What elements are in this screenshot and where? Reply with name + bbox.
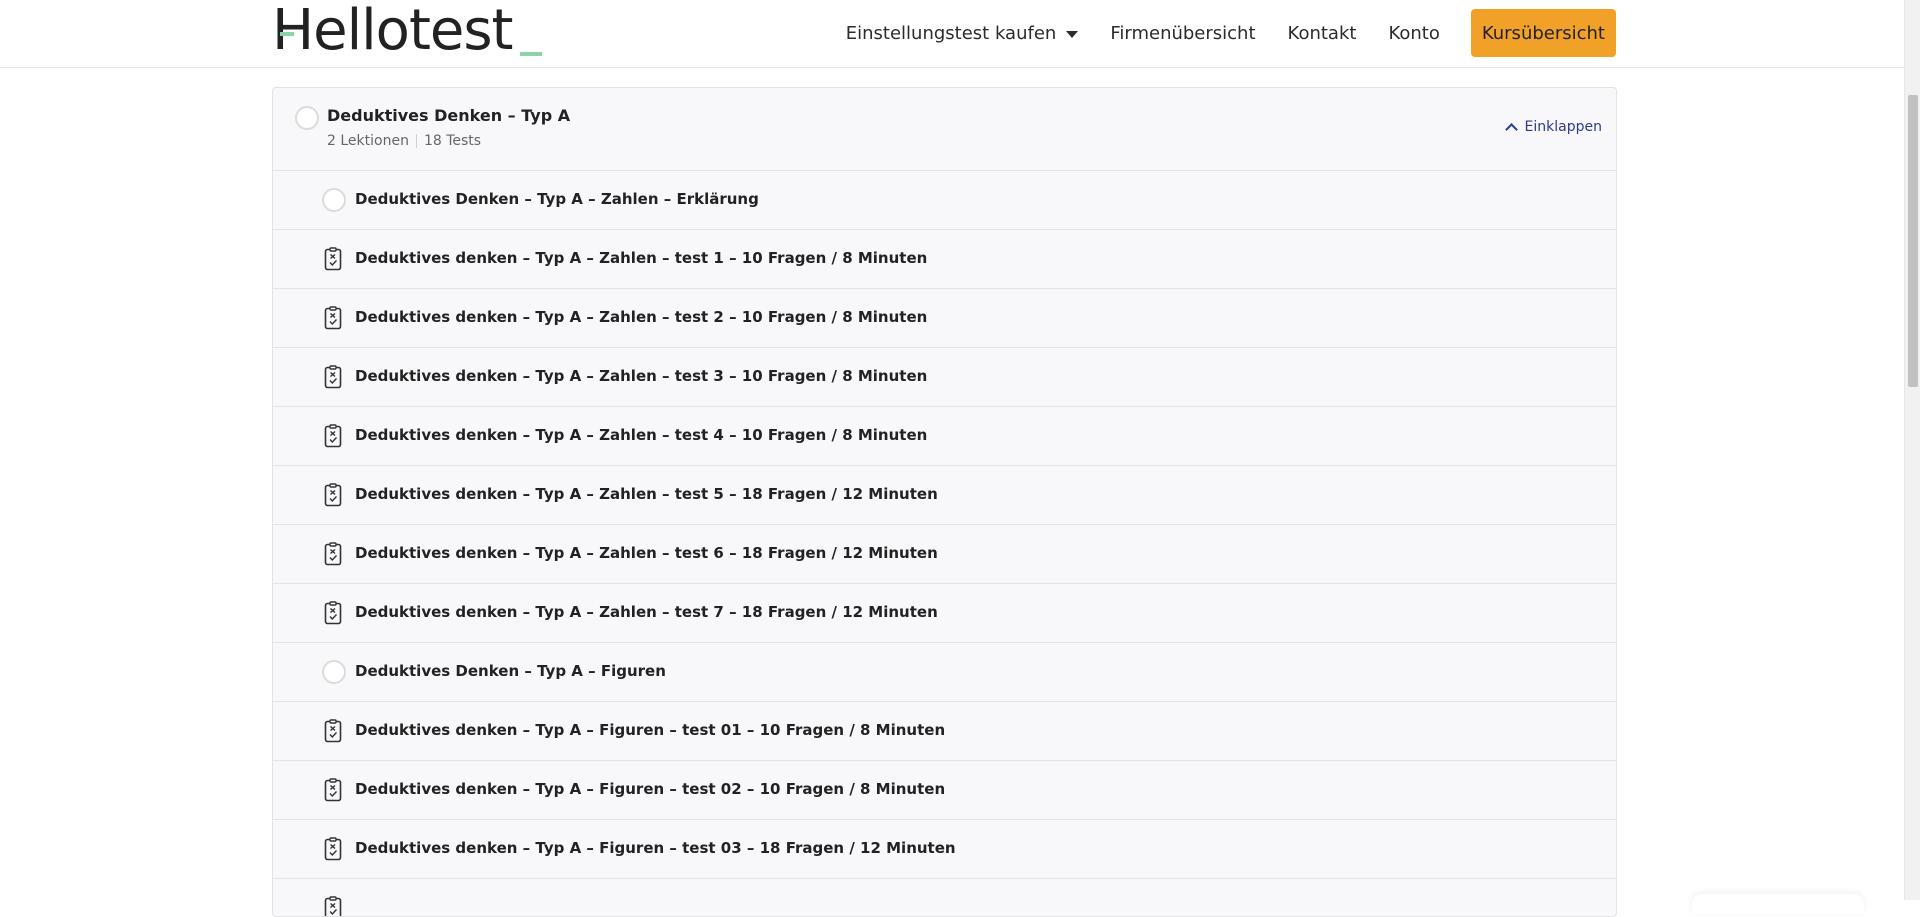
kursuebersicht-button[interactable]: Kursübersicht (1471, 9, 1616, 57)
main-nav: Einstellungstest kaufen Firmenübersicht … (846, 9, 1616, 57)
row-title: Deduktives denken – Typ A – Zahlen – tes… (355, 308, 927, 326)
circle-status-icon (322, 188, 346, 212)
tests-count: 18 Tests (424, 133, 481, 149)
meta-divider (416, 134, 417, 148)
quiz-icon (324, 719, 342, 743)
row-title: Deduktives denken – Typ A – Zahlen – tes… (355, 249, 927, 267)
collapse-label: Einklappen (1525, 119, 1602, 135)
logo-accent-mark (280, 32, 294, 36)
quiz-icon (324, 601, 342, 625)
quiz-row[interactable]: Deduktives denken – Typ A – Zahlen – tes… (273, 525, 1616, 584)
nav-item-label: Kontakt (1288, 23, 1357, 44)
quiz-row[interactable]: Deduktives denken – Typ A – Zahlen – tes… (273, 584, 1616, 643)
lesson-row[interactable]: Deduktives Denken – Typ A – Zahlen – Erk… (273, 171, 1616, 230)
nav-item-label: Einstellungstest kaufen (846, 23, 1057, 44)
course-section: Deduktives Denken – Typ A 2 Lektionen 18… (272, 87, 1617, 917)
nav-item-einstellungstest-kaufen[interactable]: Einstellungstest kaufen (846, 23, 1079, 44)
circle-status-icon (322, 660, 346, 684)
logo-text: Hellotest (272, 2, 512, 60)
quiz-icon (324, 542, 342, 566)
row-title: Deduktives denken – Typ A – Zahlen – tes… (355, 485, 938, 503)
quiz-icon (324, 896, 342, 917)
chat-widget-tab[interactable] (1692, 894, 1864, 914)
logo-underscore-mark (520, 52, 542, 56)
quiz-row[interactable]: Deduktives denken – Typ A – Figuren – te… (273, 702, 1616, 761)
quiz-icon (324, 778, 342, 802)
row-title: Deduktives denken – Typ A – Figuren – te… (355, 721, 945, 739)
quiz-row[interactable]: Deduktives denken – Typ A – Zahlen – tes… (273, 230, 1616, 289)
lessons-count: 2 Lektionen (327, 133, 409, 149)
row-title: Deduktives denken – Typ A – Zahlen – tes… (355, 367, 927, 385)
row-title: Deduktives denken – Typ A – Zahlen – tes… (355, 603, 938, 621)
nav-item-konto[interactable]: Konto (1388, 23, 1439, 44)
chevron-up-icon (1505, 123, 1518, 136)
quiz-icon (324, 365, 342, 389)
nav-item-label: Firmenübersicht (1110, 23, 1255, 44)
row-title: Deduktives denken – Typ A – Figuren – te… (355, 780, 945, 798)
quiz-icon (324, 424, 342, 448)
scrollbar-thumb[interactable] (1908, 95, 1918, 387)
quiz-row[interactable] (273, 879, 1616, 917)
collapse-button[interactable]: Einklappen (1507, 119, 1602, 135)
row-title: Deduktives Denken – Typ A – Figuren (355, 662, 666, 680)
page-scrollbar[interactable] (1904, 0, 1920, 900)
lesson-list: Deduktives Denken – Typ A – Zahlen – Erk… (273, 171, 1616, 917)
quiz-icon (324, 247, 342, 271)
section-status-circle-icon (295, 106, 319, 130)
quiz-row[interactable]: Deduktives denken – Typ A – Figuren – te… (273, 761, 1616, 820)
row-title: Deduktives denken – Typ A – Zahlen – tes… (355, 544, 938, 562)
quiz-row[interactable]: Deduktives denken – Typ A – Zahlen – tes… (273, 466, 1616, 525)
row-title: Deduktives denken – Typ A – Zahlen – tes… (355, 426, 927, 444)
hellotest-logo[interactable]: Hellotest (272, 2, 542, 60)
section-header[interactable]: Deduktives Denken – Typ A 2 Lektionen 18… (273, 88, 1616, 171)
lesson-row[interactable]: Deduktives Denken – Typ A – Figuren (273, 643, 1616, 702)
quiz-row[interactable]: Deduktives denken – Typ A – Zahlen – tes… (273, 348, 1616, 407)
quiz-row[interactable]: Deduktives denken – Typ A – Zahlen – tes… (273, 289, 1616, 348)
quiz-icon (324, 837, 342, 861)
caret-down-icon (1066, 31, 1078, 38)
quiz-icon (324, 483, 342, 507)
quiz-row[interactable]: Deduktives denken – Typ A – Zahlen – tes… (273, 407, 1616, 466)
nav-item-firmenuebersicht[interactable]: Firmenübersicht (1110, 23, 1255, 44)
nav-item-kontakt[interactable]: Kontakt (1288, 23, 1357, 44)
section-meta: 2 Lektionen 18 Tests (327, 133, 481, 149)
row-title: Deduktives Denken – Typ A – Zahlen – Erk… (355, 190, 759, 208)
row-title: Deduktives denken – Typ A – Figuren – te… (355, 839, 956, 857)
quiz-row[interactable]: Deduktives denken – Typ A – Figuren – te… (273, 820, 1616, 879)
site-header: Hellotest Einstellungstest kaufen Firmen… (0, 0, 1904, 68)
section-title: Deduktives Denken – Typ A (327, 106, 570, 125)
nav-item-label: Konto (1388, 23, 1439, 44)
quiz-icon (324, 306, 342, 330)
